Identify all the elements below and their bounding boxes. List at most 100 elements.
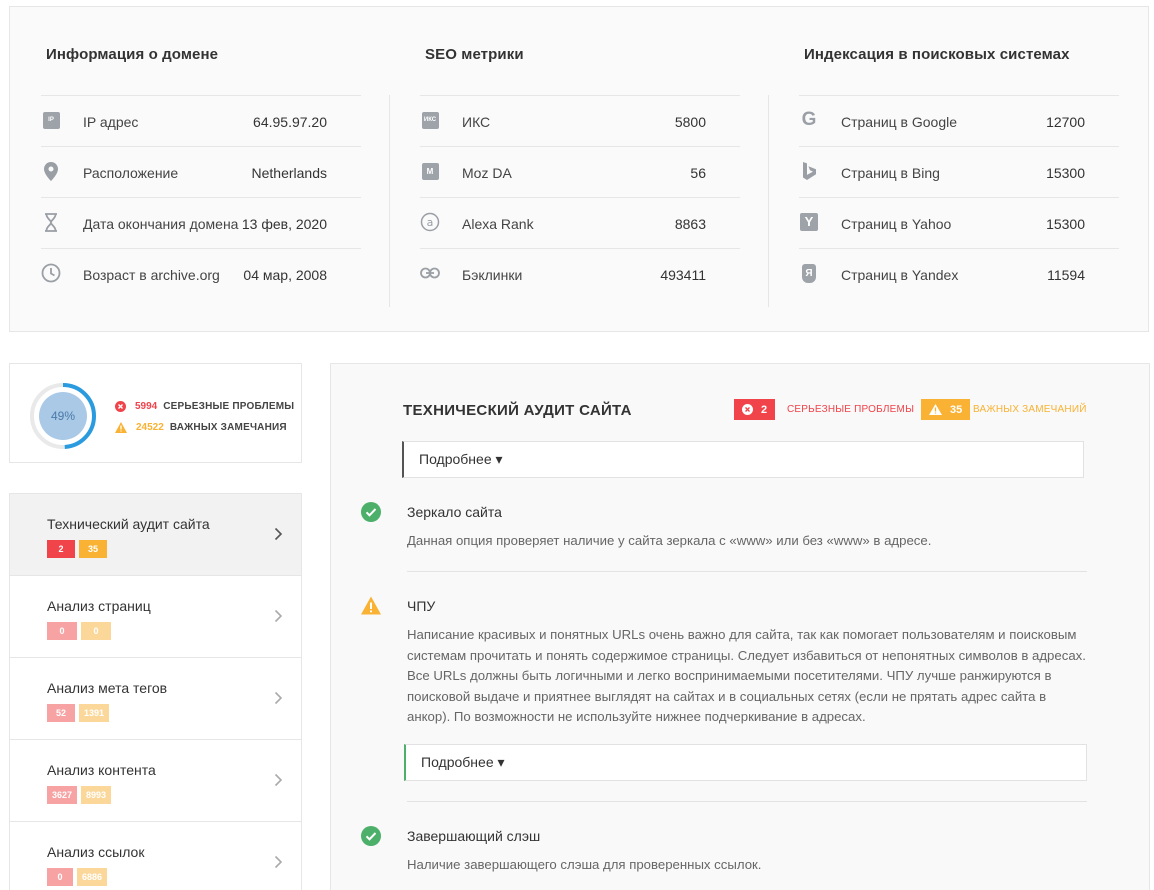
error-circle-icon: [115, 401, 126, 412]
error-count-badge: 2: [47, 540, 75, 558]
sidebar-item-meta-tags-analysis[interactable]: Анализ мета тегов 52 1391: [9, 657, 302, 740]
bing-pages-row: Страниц в Bing 15300: [799, 146, 1119, 197]
link-icon: [420, 263, 440, 283]
yahoo-pages-value: 15300: [1046, 216, 1085, 232]
sidebar-item-label: Анализ страниц: [47, 598, 151, 614]
audit-error-label: СЕРЬЕЗНЫЕ ПРОБЛЕМЫ: [787, 404, 915, 415]
audit-error-count: 2: [761, 403, 768, 416]
moz-da-label: Moz DA: [462, 165, 512, 181]
bing-pages-value: 15300: [1046, 165, 1085, 181]
backlinks-label: Бэклинки: [462, 267, 523, 283]
sidebar-item-label: Анализ контента: [47, 762, 156, 778]
sidebar-item-content-analysis[interactable]: Анализ контента 3627 8993: [9, 739, 302, 822]
seo-metrics-column: SEO метрики ИКС ИКС 5800 M Moz DA 56 a A…: [420, 7, 740, 333]
audit-details-toggle[interactable]: Подробнее ▾: [402, 441, 1084, 478]
friendly-urls-details-toggle[interactable]: Подробнее ▾: [404, 744, 1087, 781]
yahoo-icon: Y: [799, 212, 819, 232]
score-percent: 49%: [50, 409, 76, 423]
check-circle-icon: [361, 502, 381, 522]
indexation-title: Индексация в поисковых системах: [804, 46, 1070, 63]
warnings-label: ВАЖНЫХ ЗАМЕЧАНИЯ: [169, 422, 287, 433]
backlinks-value: 493411: [660, 267, 706, 283]
chevron-right-icon: [274, 773, 283, 787]
audit-score-box: 49% 5994 СЕРЬЕЗНЫЕ ПРОБЛЕМЫ 24522 ВАЖНЫХ…: [9, 363, 302, 463]
warning-count-badge: 35: [79, 540, 107, 558]
ip-address-value: 64.95.97.20: [253, 114, 327, 130]
ip-icon: IP: [41, 110, 61, 130]
technical-audit-panel: ТЕХНИЧЕСКИЙ АУДИТ САЙТА 2 СЕРЬЕЗНЫЕ ПРОБ…: [330, 363, 1150, 890]
archive-age-row: Возраст в archive.org 04 мар, 2008: [41, 248, 361, 299]
check-circle-icon: [361, 826, 381, 846]
moz-da-row: M Moz DA 56: [420, 146, 740, 197]
error-count-badge: 3627: [47, 786, 78, 804]
alexa-icon: a: [420, 212, 440, 232]
moz-icon: M: [420, 161, 440, 181]
location-label: Расположение: [83, 165, 179, 181]
warnings-count: 24522: [136, 422, 164, 433]
yandex-pages-label: Страниц в Yandex: [841, 267, 959, 283]
iks-icon: ИКС: [420, 110, 440, 130]
audit-warning-count: 35: [950, 403, 963, 416]
alexa-rank-label: Alexa Rank: [462, 216, 534, 232]
archive-age-value: 04 мар, 2008: [243, 267, 327, 283]
google-pages-row: G Страниц в Google 12700: [799, 95, 1119, 146]
google-icon: G: [801, 109, 817, 130]
divider: [407, 801, 1087, 802]
yandex-pages-value: 11594: [1047, 267, 1085, 283]
sidebar-item-label: Анализ мета тегов: [47, 680, 168, 696]
indexation-column: Индексация в поисковых системах G Страни…: [799, 7, 1119, 333]
check-item-title: Зеркало сайта: [407, 504, 502, 520]
serious-problems-count: 5994: [135, 401, 158, 412]
backlinks-row: Бэклинки 493411: [420, 248, 740, 299]
bing-icon: [799, 161, 819, 181]
sidebar-item-links-analysis[interactable]: Анализ ссылок 0 6886: [9, 821, 302, 890]
warnings-summary: 24522 ВАЖНЫХ ЗАМЕЧАНИЯ: [115, 422, 287, 433]
bing-pages-label: Страниц в Bing: [841, 165, 940, 181]
domain-info-title: Информация о домене: [46, 46, 219, 63]
google-pages-value: 12700: [1046, 114, 1085, 130]
domain-info-column: Информация о домене IP IP адрес 64.95.97…: [41, 7, 361, 333]
yahoo-pages-label: Страниц в Yahoo: [841, 216, 952, 232]
location-pin-icon: [41, 161, 61, 181]
check-item-title: ЧПУ: [407, 598, 436, 614]
chevron-right-icon: [274, 855, 283, 869]
error-count-badge: 52: [47, 704, 75, 722]
chevron-right-icon: [274, 691, 283, 705]
check-item-description: Данная опция проверяет наличие у сайта з…: [407, 533, 932, 548]
error-count-badge: 0: [47, 868, 73, 886]
audit-error-badge: 2: [734, 399, 776, 420]
domain-expiry-value: 13 фев, 2020: [241, 216, 327, 232]
alexa-rank-row: a Alexa Rank 8863: [420, 197, 740, 248]
ip-address-label: IP адрес: [83, 114, 139, 130]
archive-age-label: Возраст в archive.org: [83, 267, 220, 283]
yandex-pages-row: Я Страниц в Yandex 11594: [799, 248, 1119, 299]
sidebar-item-technical-audit[interactable]: Технический аудит сайта 2 35: [9, 493, 302, 576]
column-divider: [389, 95, 390, 307]
iks-label: ИКС: [462, 114, 491, 130]
ip-address-row: IP IP адрес 64.95.97.20: [41, 95, 361, 146]
check-item-description: Написание красивых и понятных URLs очень…: [407, 627, 1086, 724]
warning-count-badge: 6886: [77, 868, 108, 886]
audit-title: ТЕХНИЧЕСКИЙ АУДИТ САЙТА: [403, 402, 632, 419]
chevron-right-icon: [274, 527, 283, 541]
warning-count-badge: 1391: [79, 704, 110, 722]
iks-value: 5800: [674, 114, 706, 130]
check-item-description: Наличие завершающего слэша для проверенн…: [407, 857, 762, 872]
sidebar-item-label: Технический аудит сайта: [47, 516, 210, 532]
warning-count-badge: 8993: [81, 786, 112, 804]
svg-text:a: a: [427, 216, 434, 229]
audit-warning-label: ВАЖНЫХ ЗАМЕЧАНИЙ: [973, 404, 1087, 415]
domain-expiry-label: Дата окончания домена: [83, 216, 239, 232]
domain-expiry-row: Дата окончания домена 13 фев, 2020: [41, 197, 361, 248]
sidebar-item-page-analysis[interactable]: Анализ страниц 0 0: [9, 575, 302, 658]
sidebar-item-label: Анализ ссылок: [47, 844, 145, 860]
error-count-badge: 0: [47, 622, 77, 640]
alexa-rank-value: 8863: [674, 216, 706, 232]
moz-da-value: 56: [690, 165, 706, 181]
yandex-icon: Я: [799, 263, 819, 283]
clock-icon: [41, 263, 61, 283]
warning-triangle-icon: [361, 596, 381, 615]
location-value: Netherlands: [251, 165, 328, 181]
serious-problems-summary: 5994 СЕРЬЕЗНЫЕ ПРОБЛЕМЫ: [115, 401, 294, 412]
seo-metrics-title: SEO метрики: [425, 46, 524, 63]
